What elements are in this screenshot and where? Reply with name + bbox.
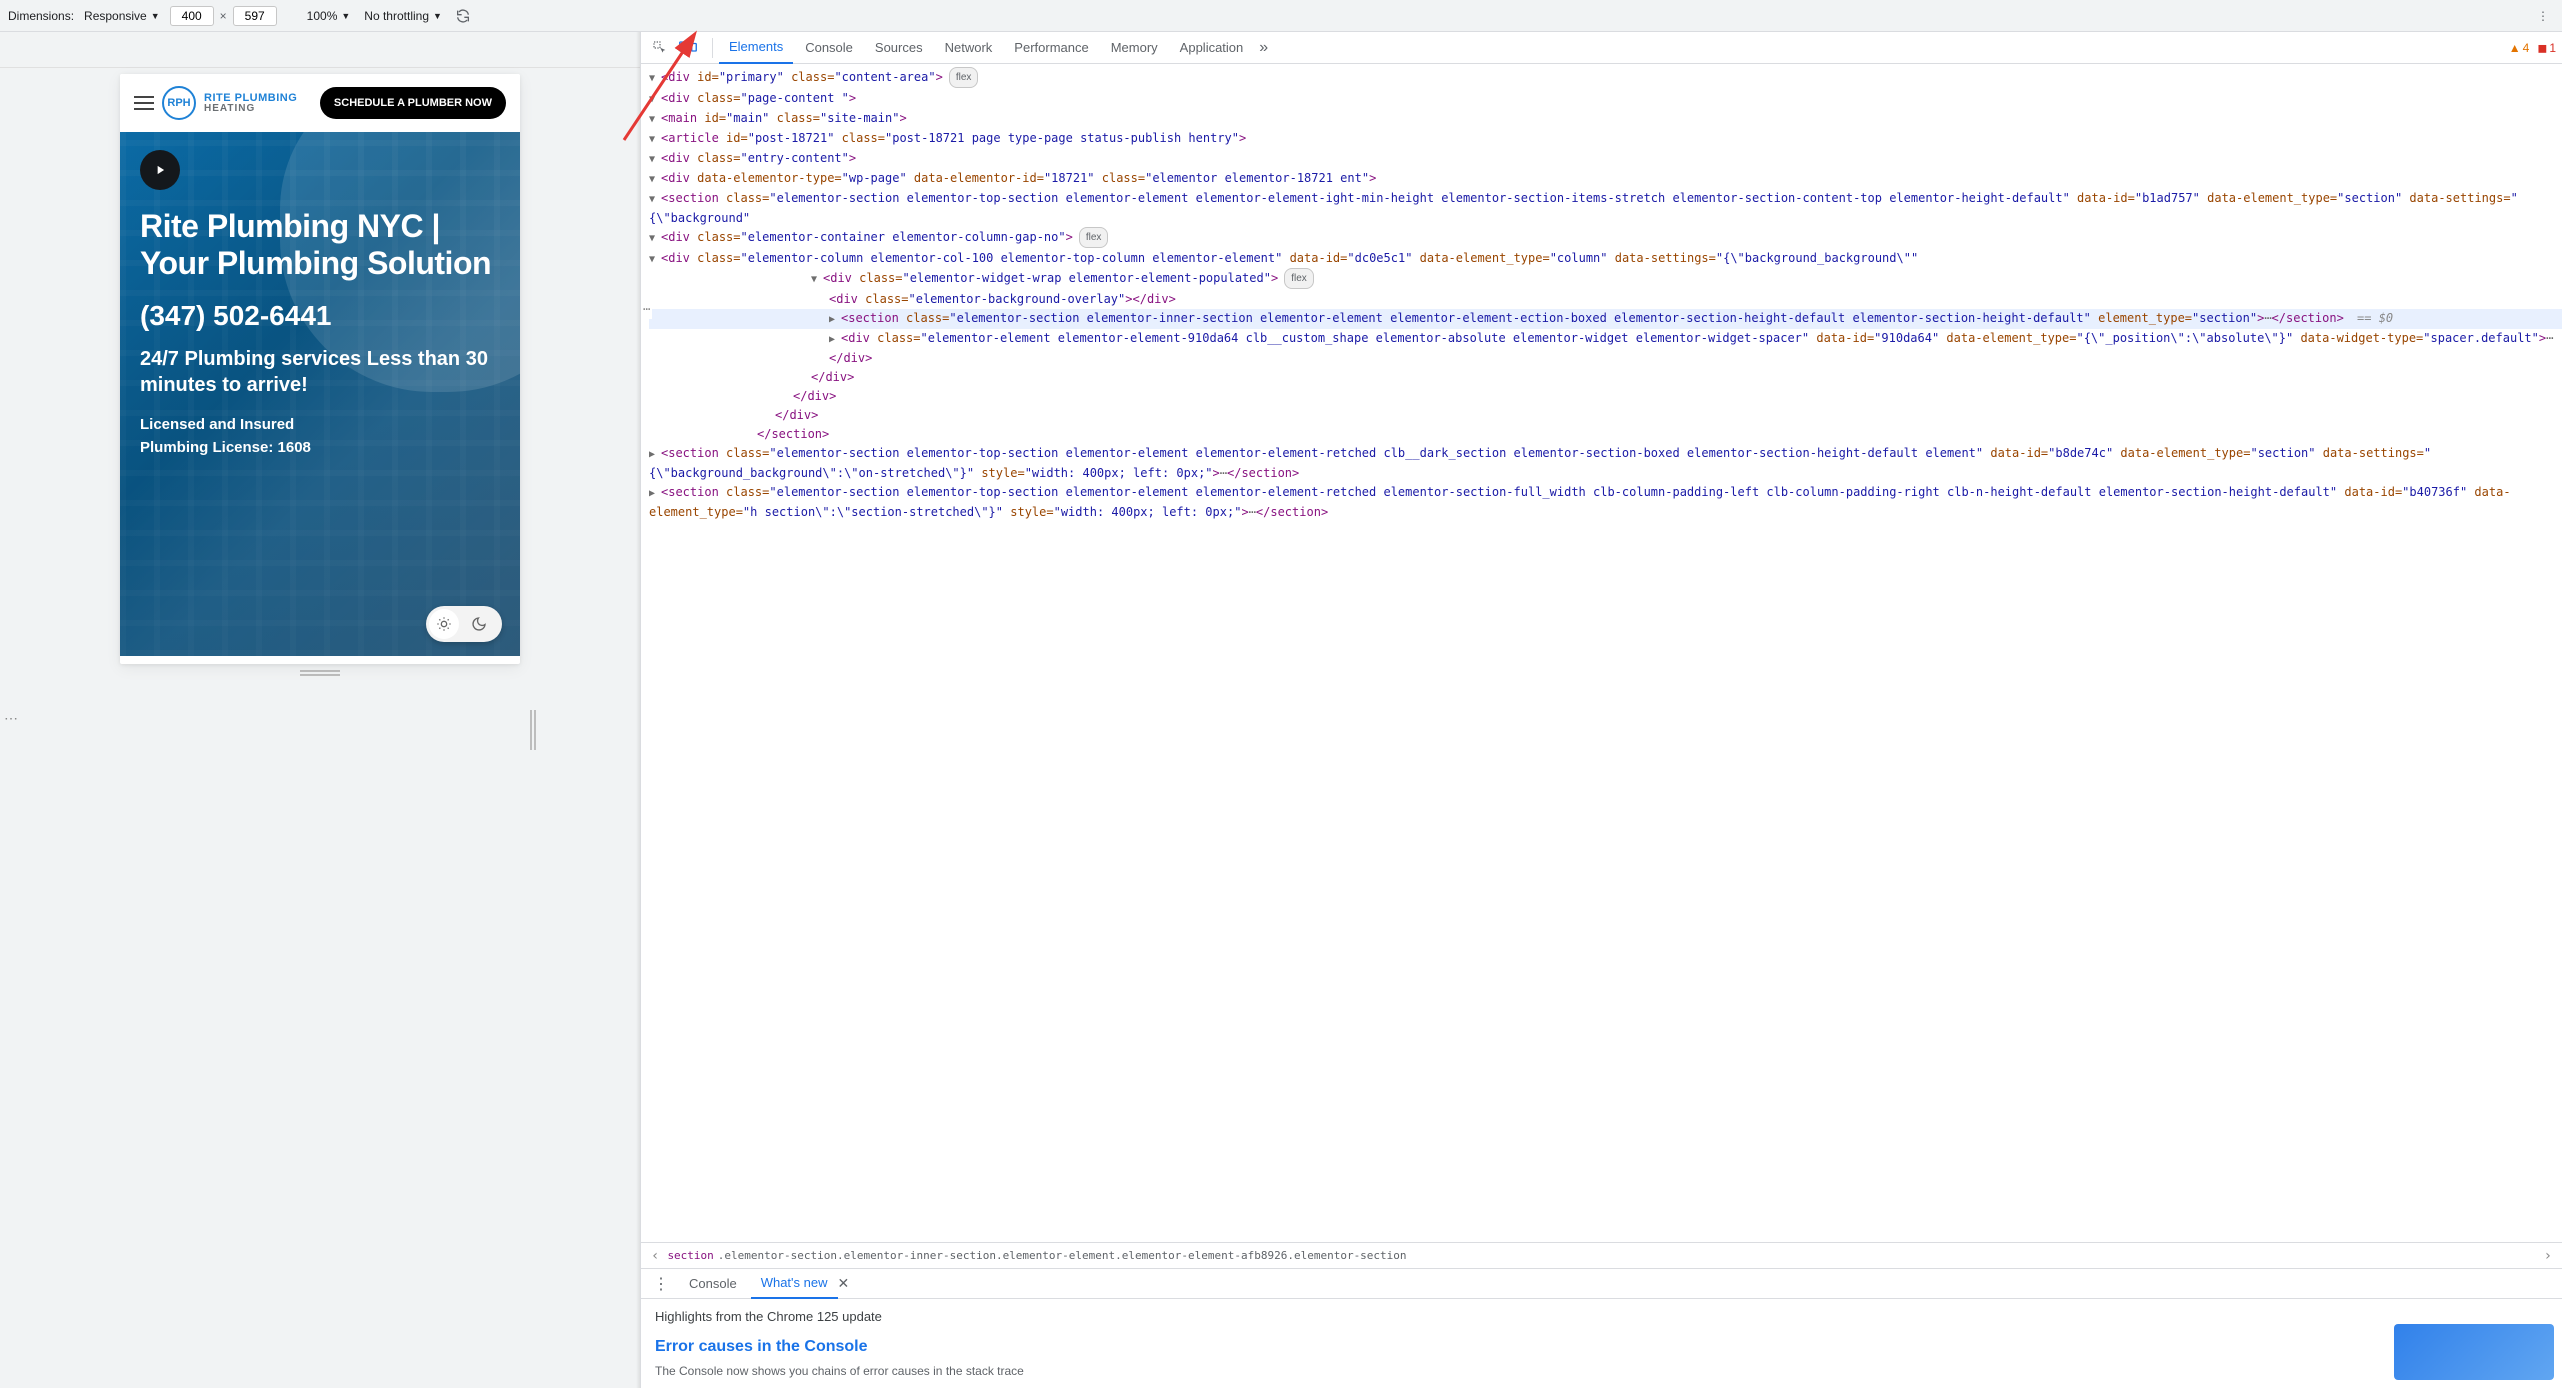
drawer-heading: Error causes in the Console <box>655 1338 2548 1356</box>
dom-node[interactable]: ▼<section class="elementor-section eleme… <box>649 189 2562 228</box>
hero: Rite Plumbing NYC | Your Plumbing Soluti… <box>120 132 520 656</box>
height-input[interactable] <box>233 6 277 26</box>
dom-node[interactable]: ▼<div class="entry-content"> <box>649 149 2562 169</box>
sun-icon <box>429 609 459 639</box>
hero-subtitle: 24/7 Plumbing services Less than 30 minu… <box>140 346 500 398</box>
devtools-tabs: Elements Console Sources Network Perform… <box>641 32 2562 64</box>
tab-sources[interactable]: Sources <box>865 32 933 64</box>
chevron-right-icon[interactable]: › <box>2540 1248 2556 1264</box>
dom-node[interactable]: ▼<main id="main" class="site-main"> <box>649 109 2562 129</box>
dom-node[interactable]: </div> <box>649 387 2562 406</box>
tabs-overflow-icon[interactable]: » <box>1259 39 1268 57</box>
ruler <box>0 48 640 68</box>
tab-network[interactable]: Network <box>935 32 1003 64</box>
dom-node[interactable]: ▼<article id="post-18721" class="post-18… <box>649 129 2562 149</box>
throttling-value: No throttling <box>364 9 429 23</box>
drawer: ⋮ Console What's new ✕ Highlights from t… <box>641 1268 2562 1388</box>
dom-node[interactable]: ▶<div class="elementor-element elementor… <box>649 329 2562 368</box>
tab-performance[interactable]: Performance <box>1004 32 1098 64</box>
device-mode-icon[interactable] <box>675 35 701 61</box>
dimension-x: × <box>220 9 227 23</box>
hero-license-no: Plumbing License: 1608 <box>140 439 500 456</box>
throttling-select[interactable]: No throttling ▼ <box>360 7 446 25</box>
play-icon[interactable] <box>140 150 180 190</box>
width-input[interactable] <box>170 6 214 26</box>
dom-node[interactable]: ▼<div class="elementor-widget-wrap eleme… <box>649 269 2562 290</box>
dimensions-label: Dimensions: <box>8 9 74 23</box>
drawer-illustration <box>2394 1324 2554 1380</box>
tab-application[interactable]: Application <box>1170 32 1254 64</box>
drawer-tabs: ⋮ Console What's new ✕ <box>641 1269 2562 1299</box>
dom-node[interactable]: </div> <box>649 368 2562 387</box>
dom-breadcrumb[interactable]: ‹ section .elementor-section.elementor-in… <box>641 1242 2562 1268</box>
inspect-icon[interactable] <box>647 35 673 61</box>
dom-node[interactable]: </section> <box>649 425 2562 444</box>
dom-node[interactable]: ▼<div id="primary" class="content-area">… <box>649 68 2562 89</box>
logo-icon: RPH <box>162 86 196 120</box>
device-select[interactable]: Responsive ▼ <box>80 7 164 25</box>
brand-line2: HEATING <box>204 104 297 114</box>
caret-down-icon: ▼ <box>151 11 160 21</box>
breadcrumb-tag[interactable]: section <box>667 1249 713 1262</box>
hero-title: Rite Plumbing NYC | Your Plumbing Soluti… <box>140 208 500 282</box>
dom-node[interactable]: ▼<div data-elementor-type="wp-page" data… <box>649 169 2562 189</box>
device-toolbar: Dimensions: Responsive ▼ × 100% ▼ No thr… <box>0 0 2562 32</box>
dom-tree[interactable]: ⋯ ▼<div id="primary" class="content-area… <box>641 64 2562 1242</box>
hero-phone[interactable]: (347) 502-6441 <box>140 300 500 332</box>
dom-node[interactable]: </div> <box>649 406 2562 425</box>
device-select-value: Responsive <box>84 9 147 23</box>
breadcrumb-classes[interactable]: .elementor-section.elementor-inner-secti… <box>718 1249 1407 1262</box>
gutter-menu-icon[interactable]: ⋯ <box>641 300 652 319</box>
dom-node[interactable]: ▶<section class="elementor-section eleme… <box>649 483 2562 522</box>
brand: RPH RITE PLUMBING HEATING <box>134 86 297 120</box>
dom-node[interactable]: ▼<div class="page-content "> <box>649 89 2562 109</box>
tab-memory[interactable]: Memory <box>1101 32 1168 64</box>
gutter-dots-icon: ⋯ <box>4 710 19 727</box>
hero-licensed: Licensed and Insured <box>140 416 500 433</box>
devtools: Elements Console Sources Network Perform… <box>640 32 2562 1388</box>
tab-console[interactable]: Console <box>795 32 863 64</box>
dom-node-selected[interactable]: ▶<section class="elementor-section eleme… <box>649 309 2562 329</box>
moon-icon <box>459 616 499 632</box>
device-frame: RPH RITE PLUMBING HEATING SCHEDULE A PLU… <box>120 74 520 664</box>
error-badge[interactable]: ◼ 1 <box>2537 41 2556 55</box>
resize-handle-right[interactable] <box>530 710 536 750</box>
resize-handle-bottom[interactable] <box>300 670 340 676</box>
brand-text: RITE PLUMBING HEATING <box>204 93 297 114</box>
close-icon[interactable]: ✕ <box>838 1275 850 1292</box>
dom-node[interactable]: ▼<div class="elementor-container element… <box>649 228 2562 249</box>
rotate-icon[interactable] <box>452 5 474 27</box>
drawer-kebab-icon[interactable]: ⋮ <box>647 1274 675 1294</box>
tab-elements[interactable]: Elements <box>719 32 793 64</box>
chevron-left-icon[interactable]: ‹ <box>647 1248 663 1264</box>
hamburger-icon[interactable] <box>134 96 154 110</box>
drawer-body: Highlights from the Chrome 125 update Er… <box>641 1299 2562 1388</box>
caret-down-icon: ▼ <box>341 11 350 21</box>
site-header: RPH RITE PLUMBING HEATING SCHEDULE A PLU… <box>120 74 520 132</box>
preview-pane: RPH RITE PLUMBING HEATING SCHEDULE A PLU… <box>0 32 640 1388</box>
drawer-tab-whatsnew[interactable]: What's new <box>751 1269 838 1299</box>
schedule-button[interactable]: SCHEDULE A PLUMBER NOW <box>320 87 506 119</box>
dom-node[interactable]: <div class="elementor-background-overlay… <box>649 290 2562 309</box>
brand-line1: RITE PLUMBING <box>204 93 297 104</box>
dom-node[interactable]: ▼<div class="elementor-column elementor-… <box>649 249 2562 269</box>
caret-down-icon: ▼ <box>433 11 442 21</box>
zoom-value: 100% <box>307 9 338 23</box>
dom-node[interactable]: ▶<section class="elementor-section eleme… <box>649 444 2562 483</box>
zoom-select[interactable]: 100% ▼ <box>303 7 355 25</box>
drawer-paragraph: The Console now shows you chains of erro… <box>655 1364 2548 1378</box>
kebab-menu-icon[interactable]: ⋮ <box>2532 5 2554 27</box>
warning-badge[interactable]: ▲ 4 <box>2509 41 2530 55</box>
drawer-headline: Highlights from the Chrome 125 update <box>655 1309 2548 1324</box>
drawer-tab-console[interactable]: Console <box>679 1269 747 1299</box>
theme-toggle[interactable] <box>426 606 502 642</box>
